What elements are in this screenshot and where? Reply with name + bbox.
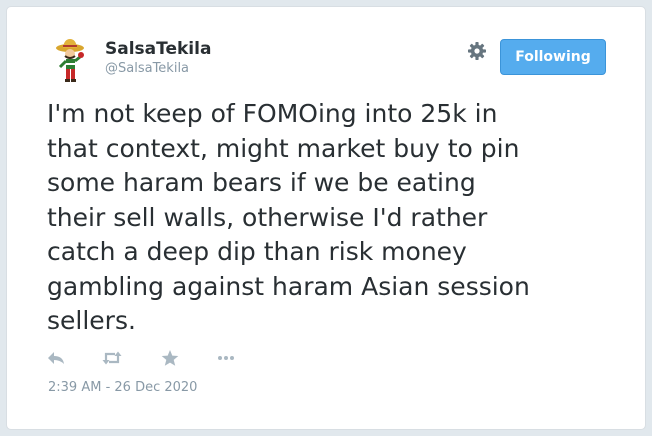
user-handle[interactable]: @SalsaTekila [105, 61, 189, 77]
tweet-text: I'm not keep of FOMOing into 25k in that… [47, 99, 530, 335]
retweet-icon[interactable] [101, 348, 123, 368]
more-icon[interactable] [215, 348, 237, 368]
reply-icon[interactable] [45, 348, 67, 368]
avatar[interactable] [48, 37, 96, 85]
display-name[interactable]: SalsaTekila [105, 39, 211, 59]
tweet-card: SalsaTekila @SalsaTekila Following I'm n… [6, 6, 646, 430]
tweet-timestamp[interactable]: 2:39 AM - 26 Dec 2020 [48, 380, 197, 396]
following-button[interactable]: Following [500, 39, 606, 75]
gear-icon[interactable] [467, 41, 487, 61]
favorite-icon[interactable] [159, 348, 181, 368]
